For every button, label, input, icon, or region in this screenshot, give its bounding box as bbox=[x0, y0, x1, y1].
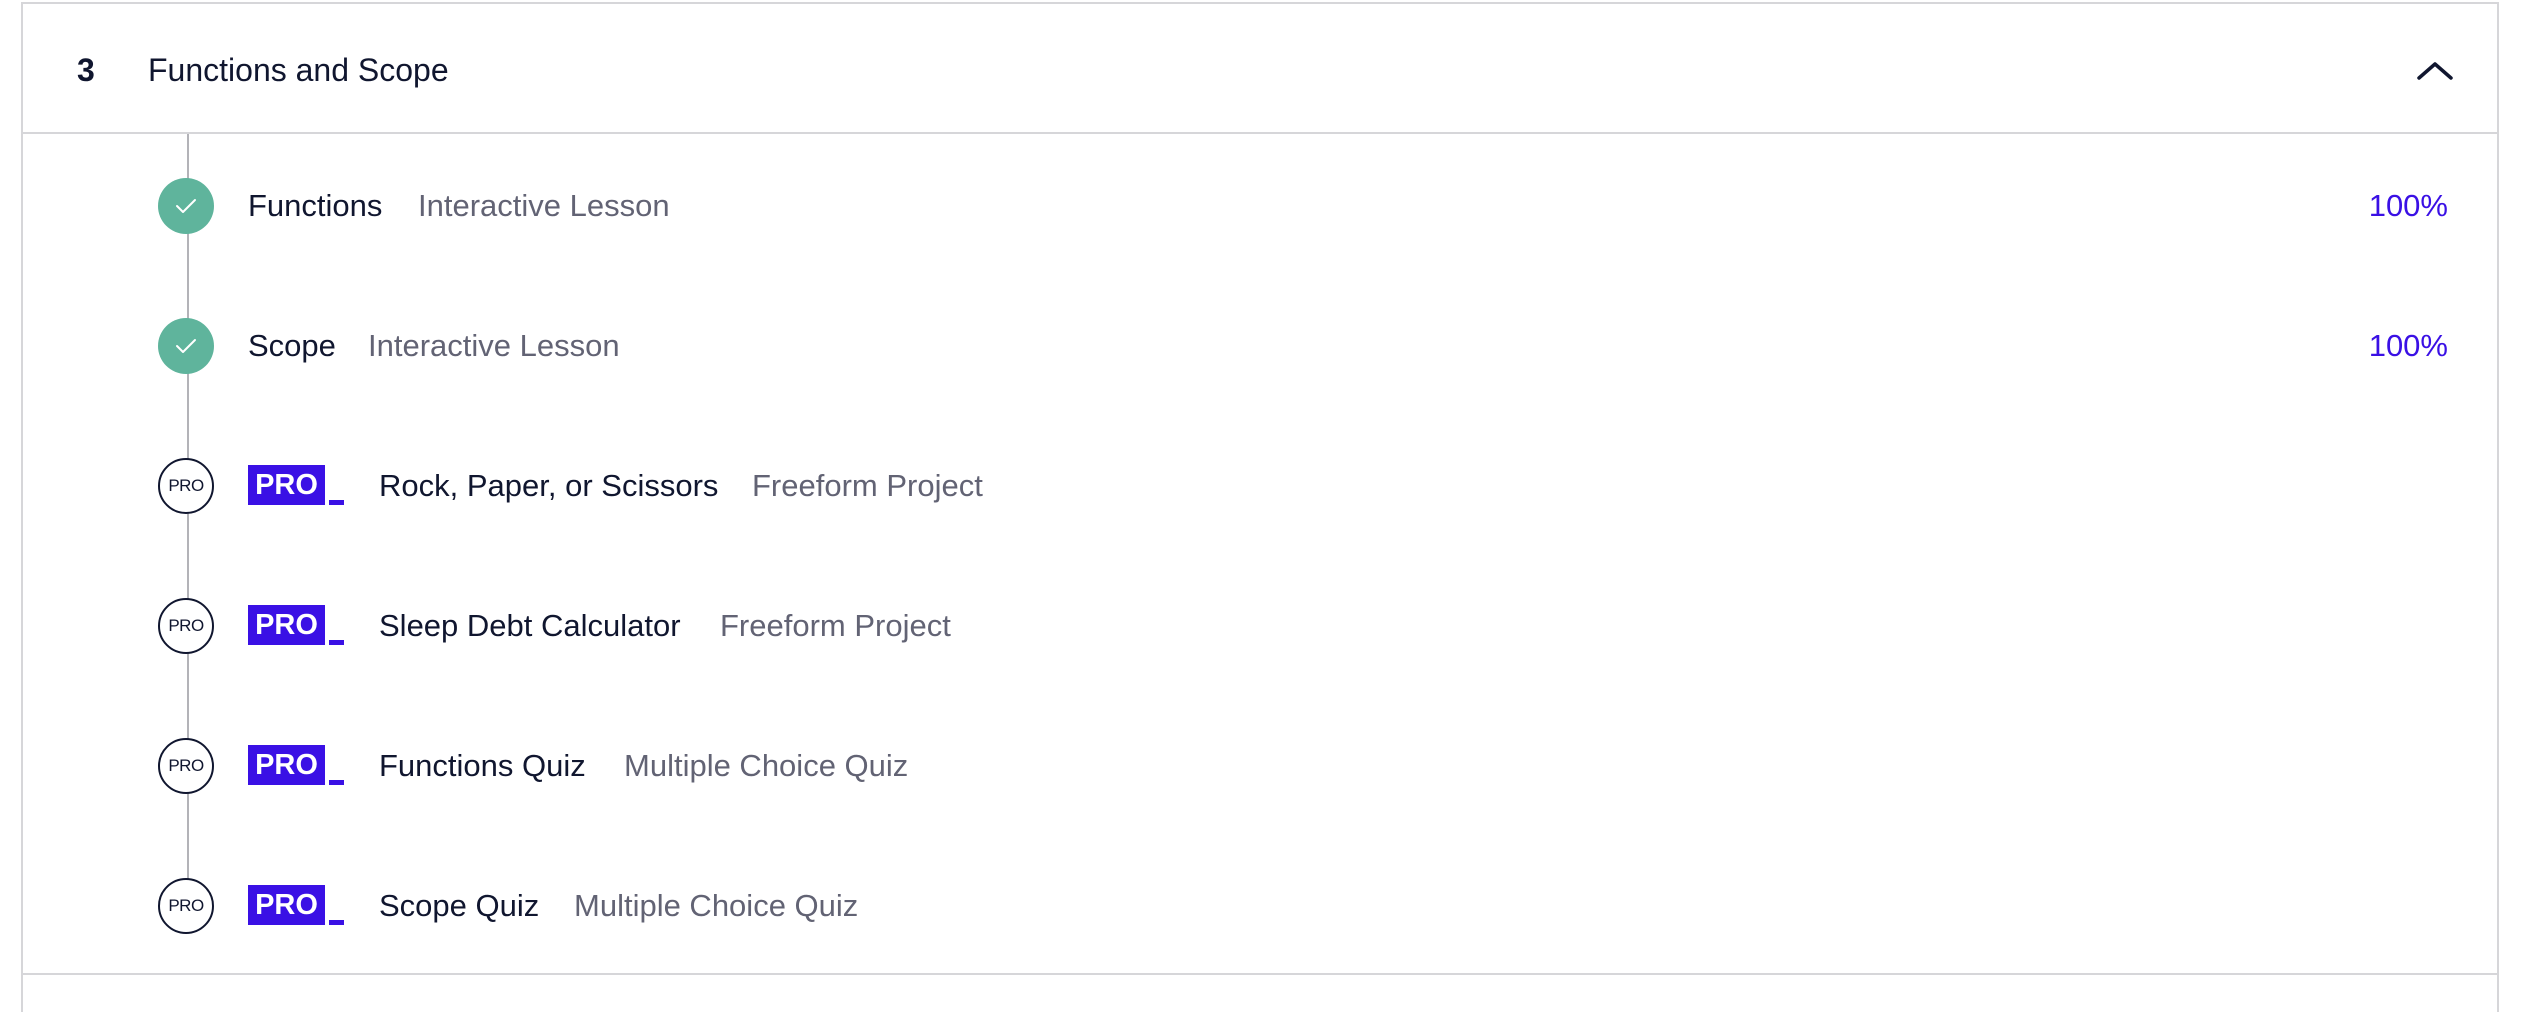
lesson-progress: 100% bbox=[2368, 188, 2448, 223]
module-card: 3 Functions and Scope Functions Interact… bbox=[21, 2, 2499, 1012]
lesson-title: Rock, Paper, or Scissors bbox=[379, 468, 719, 503]
lesson-type: Multiple Choice Quiz bbox=[624, 748, 909, 783]
status-locked-pro: PRO bbox=[158, 878, 214, 934]
module-divider bbox=[23, 973, 2497, 975]
lesson-item-scope[interactable]: Scope Interactive Lesson 100% bbox=[23, 311, 2497, 381]
lesson-item-functions[interactable]: Functions Interactive Lesson 100% bbox=[23, 171, 2497, 241]
pro-badge: PRO bbox=[248, 745, 325, 785]
lesson-type: Freeform Project bbox=[752, 468, 983, 503]
lesson-type: Interactive Lesson bbox=[418, 188, 670, 223]
module-title: Functions and Scope bbox=[148, 52, 449, 88]
lesson-item-scope-quiz[interactable]: PRO PRO Scope Quiz Multiple Choice Quiz bbox=[23, 871, 2497, 941]
pro-badge: PRO bbox=[248, 465, 325, 505]
checkmark-icon bbox=[176, 199, 196, 213]
lesson-title: Scope bbox=[248, 328, 336, 363]
status-locked-pro: PRO bbox=[158, 738, 214, 794]
pro-badge-underline bbox=[329, 640, 344, 645]
pro-badge-underline bbox=[329, 780, 344, 785]
lesson-item-rock-paper-scissors[interactable]: PRO PRO Rock, Paper, or Scissors Freefor… bbox=[23, 451, 2497, 521]
pro-badge: PRO bbox=[248, 605, 325, 645]
lesson-type: Multiple Choice Quiz bbox=[574, 888, 859, 923]
pro-lock-label: PRO bbox=[168, 756, 204, 775]
lesson-title: Functions Quiz bbox=[379, 748, 586, 783]
pro-lock-label: PRO bbox=[168, 616, 204, 635]
status-complete bbox=[158, 318, 214, 374]
module-number: 3 bbox=[77, 52, 95, 88]
lesson-item-sleep-debt-calculator[interactable]: PRO PRO Sleep Debt Calculator Freeform P… bbox=[23, 591, 2497, 661]
status-complete bbox=[158, 178, 214, 234]
lesson-item-functions-quiz[interactable]: PRO PRO Functions Quiz Multiple Choice Q… bbox=[23, 731, 2497, 801]
pro-lock-label: PRO bbox=[168, 476, 204, 495]
checkmark-icon bbox=[176, 339, 196, 353]
lesson-title: Sleep Debt Calculator bbox=[379, 608, 681, 643]
pro-lock-label: PRO bbox=[168, 896, 204, 915]
module-header[interactable]: 3 Functions and Scope bbox=[23, 4, 2497, 134]
lesson-type: Freeform Project bbox=[720, 608, 951, 643]
status-locked-pro: PRO bbox=[158, 598, 214, 654]
lesson-title: Functions bbox=[248, 188, 383, 223]
lesson-progress: 100% bbox=[2368, 328, 2448, 363]
chevron-up-icon[interactable] bbox=[2415, 56, 2455, 84]
pro-badge-underline bbox=[329, 500, 344, 505]
pro-badge: PRO bbox=[248, 885, 325, 925]
lesson-type: Interactive Lesson bbox=[368, 328, 620, 363]
pro-badge-underline bbox=[329, 920, 344, 925]
lesson-title: Scope Quiz bbox=[379, 888, 540, 923]
status-locked-pro: PRO bbox=[158, 458, 214, 514]
